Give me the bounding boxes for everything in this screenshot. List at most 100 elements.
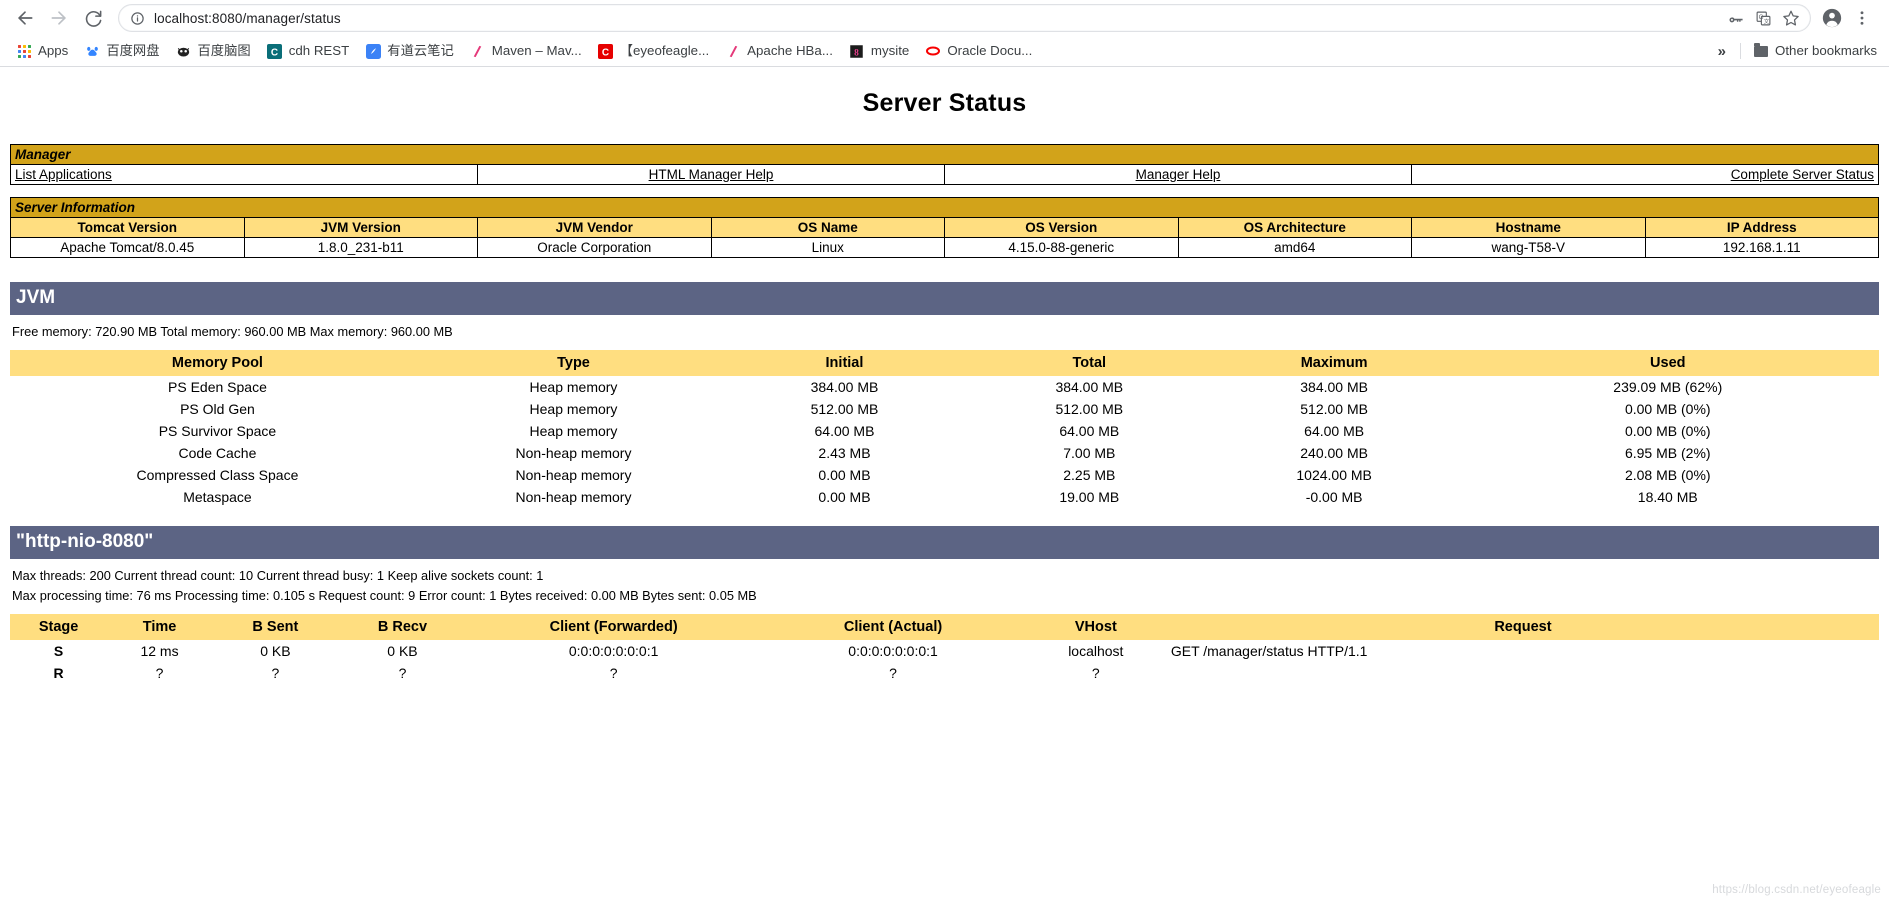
back-arrow-icon [18,11,33,25]
request-bytes-sent: ? [271,664,280,681]
svg-text:8: 8 [855,48,860,58]
translate-icon[interactable]: G 文 [1750,5,1776,31]
bookmark-label: 百度网盘 [106,43,160,59]
value-os-name: Linux [710,237,945,258]
memory-pool-total: 2.25 MB [1063,467,1116,484]
password-key-icon[interactable] [1722,5,1748,31]
bookmark-item-maven[interactable]: Maven – Mav... [462,39,590,64]
table-row: PS Eden Space Heap memory 384.00 MB 384.… [10,376,1879,398]
manager-link-cell-html-manager-help[interactable]: HTML Manager Help [477,164,945,185]
bookmark-item-cdh-rest[interactable]: C cdh REST [259,39,358,64]
browser-toolbar: localhost:8080/manager/status G 文 [0,0,1889,36]
link-complete-server-status[interactable]: Complete Server Status [1731,167,1874,182]
forward-arrow-icon [51,11,66,25]
bookmark-item-mysite[interactable]: 8 mysite [841,39,917,64]
memory-pool-used: 0.00 MB (0%) [1624,401,1711,418]
profile-avatar-icon[interactable] [1817,3,1847,33]
manager-link-cell-manager-help[interactable]: Manager Help [944,164,1412,185]
server-information-table: Server Information Tomcat Version JVM Ve… [10,197,1879,258]
manager-section-title: Manager [10,144,1879,165]
address-bar[interactable]: localhost:8080/manager/status G 文 [118,4,1811,32]
memory-pool-type: Heap memory [529,401,618,418]
col-client-actual: Client (Actual) [761,613,1025,640]
memory-pool-initial: 2.43 MB [818,445,871,462]
col-client-forwarded: Client (Forwarded) [466,613,762,640]
bookmarks-bar: Apps 百度网盘 百度脑图 C cdh REST 有道云笔记 Maven – … [0,36,1889,67]
bookmark-label: cdh REST [288,43,350,59]
memory-pool-initial: 384.00 MB [810,379,879,396]
col-b-recv: B Recv [338,613,466,640]
reload-button[interactable] [76,1,110,35]
col-os-name: OS Name [710,217,945,238]
request-stage: R [53,664,64,681]
memory-pool-name: Metaspace [183,489,252,506]
memory-pool-total: 384.00 MB [1055,379,1124,396]
memory-pool-used: 6.95 MB (2%) [1624,445,1711,462]
bookmark-item-youdao-note[interactable]: 有道云笔记 [357,39,461,64]
value-jvm-vendor: Oracle Corporation [477,237,712,258]
tomcat-status-page: Server Status Manager List Applications … [0,89,1889,896]
col-hostname: Hostname [1411,217,1646,238]
connector-stats-line-1: Max threads: 200 Current thread count: 1… [12,568,544,584]
memory-pool-name: Compressed Class Space [136,467,299,484]
bookmark-item-eyeofeagle[interactable]: C 【eyeofeagle... [590,39,717,64]
bookmark-item-baidu-pan[interactable]: 百度网盘 [76,39,167,64]
mysite-icon: 8 [849,43,865,59]
page-title: Server Status [862,89,1027,117]
back-button[interactable] [8,1,42,35]
value-os-version: 4.15.0-88-generic [944,237,1179,258]
table-row: Code Cache Non-heap memory 2.43 MB 7.00 … [10,442,1879,464]
bookmark-other-bookmarks[interactable]: Other bookmarks [1745,39,1885,64]
server-info-section-header-row: Server Information [10,197,1879,218]
baidu-pan-icon [84,43,100,59]
memory-pool-type: Heap memory [529,379,618,396]
manager-link-cell-list-applications[interactable]: List Applications [10,164,478,185]
link-list-applications[interactable]: List Applications [15,167,112,182]
link-html-manager-help[interactable]: HTML Manager Help [649,167,774,182]
request-client-actual: ? [889,664,897,681]
cdh-icon: C [267,43,283,59]
address-bar-url[interactable]: localhost:8080/manager/status [154,11,1720,26]
connector-stats-line-2: Max processing time: 76 ms Processing ti… [12,587,757,603]
col-vhost: VHost [1024,613,1167,640]
bookmark-apps[interactable]: Apps [8,39,76,64]
memory-pool-name: PS Old Gen [180,401,255,418]
server-information-section-title: Server Information [10,197,1879,218]
bookmark-label: Maven – Mav... [491,43,582,59]
manager-links-row: List Applications HTML Manager Help Mana… [10,164,1879,185]
request-vhost: ? [1091,664,1100,681]
memory-pool-maximum: 512.00 MB [1300,401,1368,418]
svg-text:C: C [271,47,278,58]
csdn-icon: C [598,43,614,59]
connector-section: "http-nio-8080" Max threads: 200 Current… [10,526,1879,684]
table-row: R ? ? ? ? ? ? [10,662,1879,684]
memory-pool-type: Non-heap memory [515,467,632,484]
bookmark-item-oracle-docu[interactable]: Oracle Docu... [917,39,1040,64]
memory-pool-name: Code Cache [178,445,257,462]
forward-button[interactable] [42,1,76,35]
value-ip-address: 192.168.1.11 [1644,237,1879,258]
memory-pool-used: 0.00 MB (0%) [1624,423,1711,440]
memory-pool-maximum: 1024.00 MB [1296,467,1372,484]
memory-pool-total: 64.00 MB [1059,423,1120,440]
memory-pool-used: 2.08 MB (0%) [1624,467,1711,484]
memory-pool-maximum: -0.00 MB [1305,489,1363,506]
memory-pool-used: 239.09 MB (62%) [1613,379,1723,396]
folder-icon [1753,42,1769,59]
request-vhost: localhost [1068,642,1124,659]
apps-grid-icon [16,43,32,59]
manager-link-cell-complete-server-status[interactable]: Complete Server Status [1411,164,1879,185]
star-icon[interactable] [1778,5,1804,31]
info-circle-icon[interactable] [129,10,146,27]
request-client-forwarded: ? [609,664,618,681]
three-dot-menu-icon[interactable] [1847,3,1877,33]
link-manager-help[interactable]: Manager Help [1136,167,1221,182]
col-memory-pool: Memory Pool [10,350,425,377]
bookmarks-overflow-button[interactable]: » [1708,43,1736,60]
bookmark-item-baidu-naotu[interactable]: 百度脑图 [168,39,259,64]
table-row: PS Survivor Space Heap memory 64.00 MB 6… [10,420,1879,442]
value-os-architecture: amd64 [1177,237,1412,258]
maven-icon [470,43,486,59]
jvm-memory-summary: Free memory: 720.90 MB Total memory: 960… [12,324,453,339]
bookmark-item-apache-hbase[interactable]: Apache HBa... [717,39,841,64]
